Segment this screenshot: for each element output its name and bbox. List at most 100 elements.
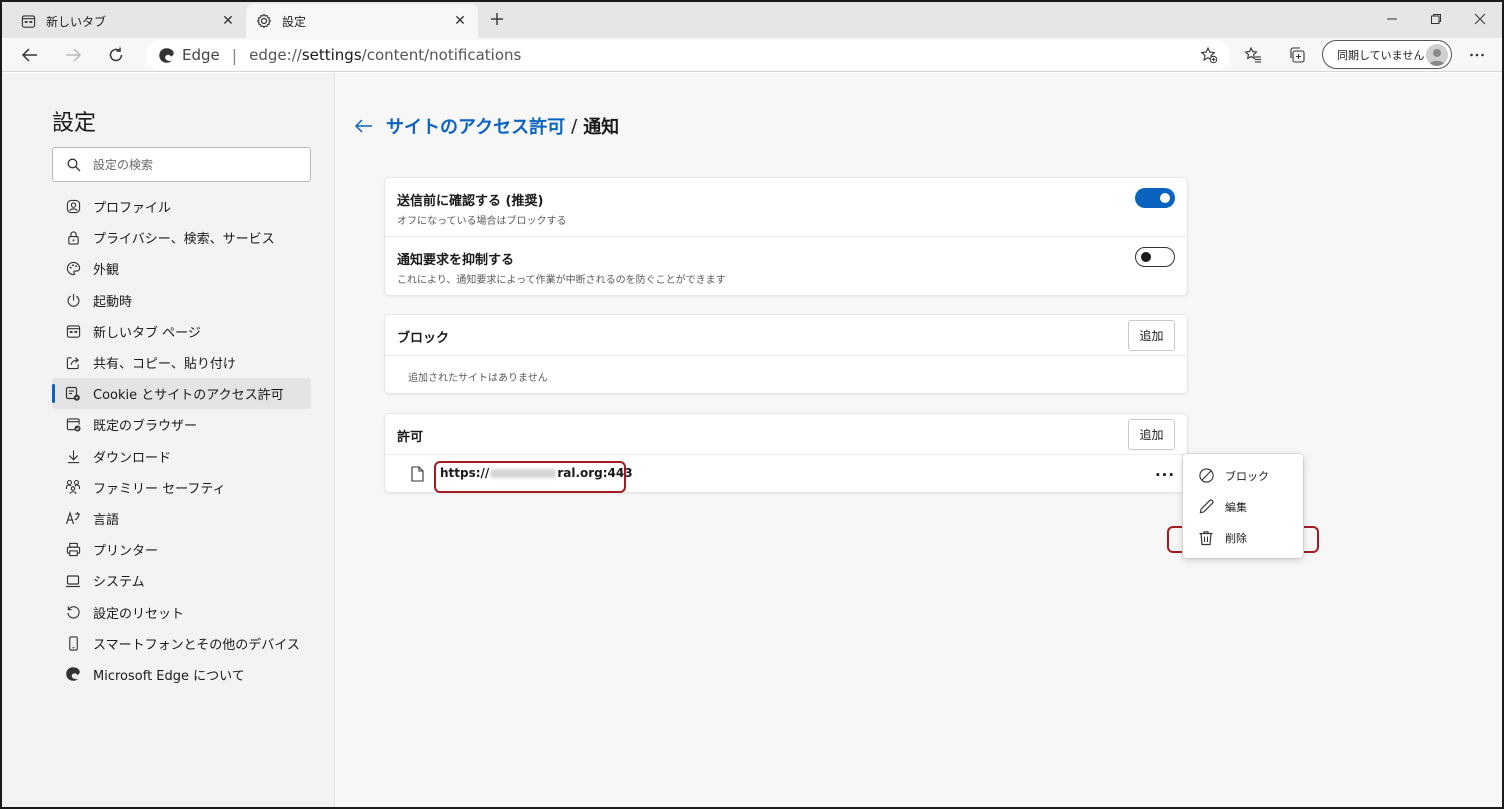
sidebar-item-label: 設定のリセット [93,606,185,622]
printer-icon [65,542,81,558]
new-tab-button[interactable] [486,8,508,30]
tab-new-tab[interactable]: 新しいタブ ✕ [10,4,246,38]
tab-settings[interactable]: 設定 ✕ [246,4,478,38]
laptop-icon [65,573,81,589]
language-icon [65,510,81,526]
setting-title: 送信前に確認する (推奨) [397,194,544,209]
sidebar-item-label: プロファイル [93,201,172,217]
collections-icon [1290,47,1305,63]
trash-icon [1197,529,1215,547]
sync-label: 同期していません [1337,48,1425,62]
site-more-button[interactable]: ··· [1155,465,1175,485]
sidebar-item-label: 新しいタブ ページ [93,325,201,341]
more-icon [1470,53,1484,57]
gear-icon [256,13,272,29]
download-icon [65,448,81,464]
search-box[interactable] [52,147,311,182]
sidebar-item-appearance[interactable]: 外観 [52,253,311,284]
page-title: 通知 [583,117,620,138]
palette-icon [65,261,81,277]
sidebar-item-label: ファミリー セーフティ [93,481,226,497]
sidebar-nav: プロファイル プライバシー、検索、サービス 外観 起動時 新しいタブ ページ 共… [52,191,311,690]
page-icon [411,466,424,486]
back-button[interactable] [17,42,43,68]
back-arrow-icon[interactable] [354,116,374,136]
sidebar-item-family-safety[interactable]: ファミリー セーフティ [52,472,311,503]
close-icon[interactable]: ✕ [220,13,236,29]
quiet-requests-toggle[interactable] [1135,247,1175,267]
tab-title: 新しいタブ [46,14,107,29]
forward-button[interactable] [60,42,86,68]
sidebar-item-label: 既定のブラウザー [93,419,198,435]
collections-button[interactable] [1284,42,1310,68]
allow-card: 許可 追加 https://ral.org:443 ··· [385,414,1187,492]
sidebar-item-languages[interactable]: 言語 [52,503,311,534]
sidebar-item-about-edge[interactable]: Microsoft Edge について [52,659,311,690]
share-icon [65,355,81,371]
sidebar-item-label: 外観 [93,263,120,279]
setting-quiet-requests: 通知要求を抑制する これにより、通知要求によって作業が中断されるのを防ぐことがで… [385,236,1187,295]
block-empty-row: 追加されたサイトはありません [385,355,1187,393]
menu-item-edit[interactable]: 編集 [1183,491,1303,522]
menu-item-label: 削除 [1225,531,1247,545]
profile-icon [65,199,81,215]
sidebar-item-label: プライバシー、検索、サービス [93,232,275,248]
address-bar[interactable]: Edge | edge://settings/content/notificat… [146,40,1230,70]
sidebar-item-printers[interactable]: プリンター [52,534,311,565]
pencil-icon [1197,498,1215,516]
sidebar-item-label: 起動時 [93,294,133,310]
sidebar-item-share-copy-paste[interactable]: 共有、コピー、貼り付け [52,347,311,378]
search-input[interactable] [93,157,293,172]
close-icon[interactable]: ✕ [452,13,468,29]
refresh-icon [109,47,123,62]
block-header: ブロック 追加 [385,315,1187,355]
sidebar-item-default-browser[interactable]: 既定のブラウザー [52,409,311,440]
menu-item-block[interactable]: ブロック [1183,460,1303,491]
sidebar-item-label: プリンター [93,544,159,560]
refresh-button[interactable] [103,42,129,68]
address-separator: | [231,45,238,65]
arrow-left-icon [21,48,37,62]
block-icon [1197,467,1215,485]
arrow-right-icon [66,48,82,62]
new-tab-page-icon [65,323,81,339]
allowed-site-row[interactable]: https://ral.org:443 ··· [385,454,1187,492]
notification-settings-card: 送信前に確認する (推奨) オフになっている場合はブロックする 通知要求を抑制す… [385,178,1187,295]
sync-button[interactable]: 同期していません [1322,40,1452,69]
setting-title: 通知要求を抑制する [397,253,515,268]
breadcrumb-separator: / [571,115,578,137]
sidebar-item-privacy[interactable]: プライバシー、検索、サービス [52,222,311,253]
block-add-button[interactable]: 追加 [1128,320,1175,351]
setting-description: オフになっている場合はブロックする [397,216,567,227]
sidebar-item-new-tab-page[interactable]: 新しいタブ ページ [52,316,311,347]
phone-icon [65,635,81,651]
sidebar-item-system[interactable]: システム [52,565,311,596]
settings-more-button[interactable] [1464,42,1490,68]
minimize-icon [1387,18,1397,20]
add-favorite-icon[interactable] [1200,46,1218,68]
avatar [1426,44,1448,66]
minimize-button[interactable] [1370,6,1414,32]
menu-item-delete[interactable]: 削除 [1183,522,1303,553]
favorites-button[interactable] [1240,42,1266,68]
site-context-menu: ブロック 編集 削除 [1183,454,1303,558]
allow-add-button[interactable]: 追加 [1128,419,1175,450]
edge-logo-icon [159,47,174,63]
cookie-permissions-icon [65,386,81,402]
sidebar-item-label: システム [93,575,145,591]
sidebar-item-startup[interactable]: 起動時 [52,285,311,316]
close-window-button[interactable] [1458,6,1502,32]
sidebar-item-downloads[interactable]: ダウンロード [52,441,311,472]
sidebar-item-cookies-permissions[interactable]: Cookie とサイトのアクセス許可 [52,378,311,410]
menu-item-label: ブロック [1225,469,1269,483]
restore-button[interactable] [1414,6,1458,32]
sidebar-item-profile[interactable]: プロファイル [52,191,311,222]
ask-before-sending-toggle[interactable] [1135,188,1175,208]
breadcrumb-site-permissions[interactable]: サイトのアクセス許可 [386,113,565,139]
menu-item-label: 編集 [1225,500,1247,514]
sidebar-item-phone-devices[interactable]: スマートフォンとその他のデバイス [52,628,311,659]
favorites-icon [1244,46,1261,63]
plus-icon [491,13,503,25]
power-icon [65,292,81,308]
sidebar-item-reset[interactable]: 設定のリセット [52,596,311,627]
